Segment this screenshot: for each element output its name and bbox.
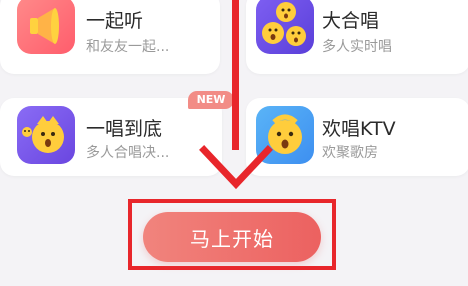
card-ktv[interactable]: 欢唱KTV 欢聚歌房 <box>246 98 468 176</box>
card-subtitle: 多人实时唱 <box>322 39 392 55</box>
card-listen-together[interactable]: 一起听 和友友一起... <box>0 0 220 74</box>
annotation-arrow-shaft <box>232 0 239 150</box>
start-now-button[interactable]: 马上开始 <box>143 212 321 262</box>
card-subtitle: 多人合唱决... <box>86 145 170 161</box>
card-title: 一起听 <box>86 10 144 32</box>
group-singing-faces-icon <box>256 0 314 54</box>
new-badge: NEW <box>188 91 234 109</box>
card-title: 大合唱 <box>322 10 380 32</box>
speaker-icon <box>17 0 75 54</box>
card-chorus[interactable]: 大合唱 多人实时唱 <box>246 0 468 74</box>
card-title: 一唱到底 <box>86 118 163 140</box>
card-sing-to-end[interactable]: 一唱到底 多人合唱决... <box>0 98 222 176</box>
card-subtitle: 和友友一起... <box>86 39 170 55</box>
arrow-down-icon <box>199 145 273 190</box>
singing-face-icon <box>17 106 75 164</box>
card-title: 欢唱KTV <box>322 118 396 140</box>
card-subtitle: 欢聚歌房 <box>322 145 378 161</box>
